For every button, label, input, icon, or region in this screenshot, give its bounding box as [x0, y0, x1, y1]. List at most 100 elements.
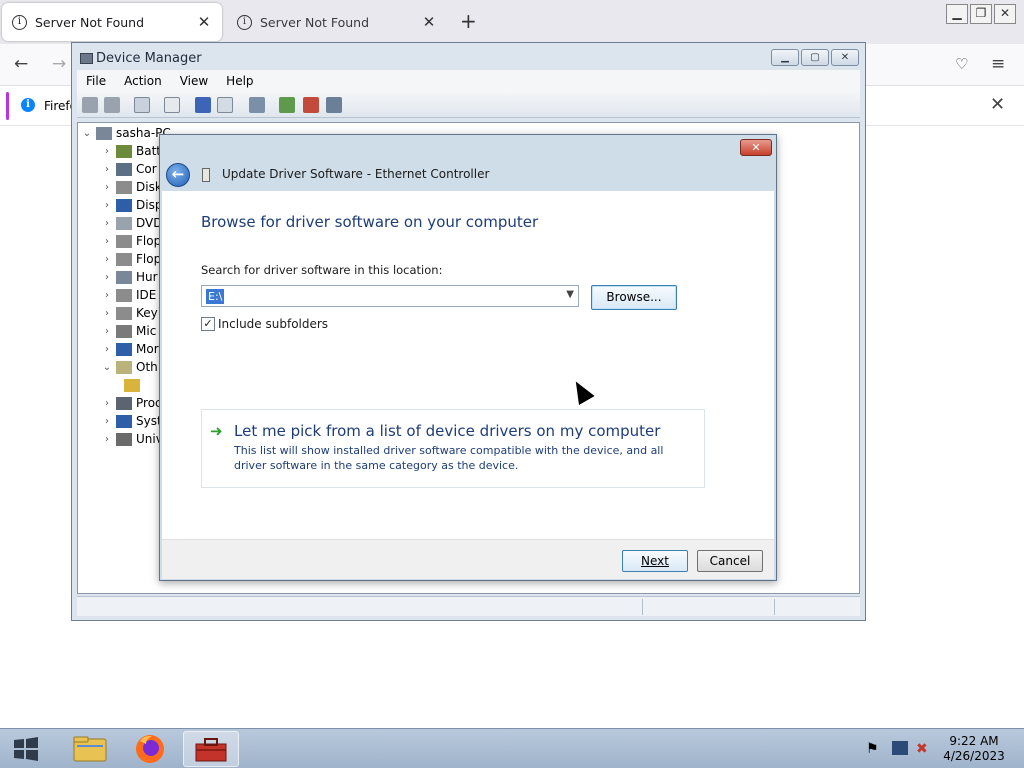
device-manager-taskbar-button[interactable] [183, 731, 239, 767]
tree-device-unknown[interactable] [122, 376, 144, 394]
info-icon: i [12, 14, 27, 30]
tree-category[interactable]: › Proc [100, 394, 162, 412]
help-icon[interactable] [195, 97, 211, 113]
location-combobox[interactable]: E:\ ▼ [201, 285, 579, 307]
green-arrow-icon: ➜ [210, 422, 223, 440]
view-icon[interactable] [217, 97, 233, 113]
include-subfolders-label[interactable]: Include subfolders [218, 317, 328, 331]
back-arrow-icon[interactable]: ← [14, 54, 28, 74]
back-icon[interactable] [82, 97, 98, 113]
expand-chevron-icon[interactable]: › [100, 236, 114, 247]
expand-chevron-icon[interactable]: › [100, 254, 114, 265]
menu-help[interactable]: Help [217, 74, 262, 88]
device-category-icon [116, 234, 132, 248]
expand-chevron-icon[interactable]: › [100, 290, 114, 301]
tree-category[interactable]: › Hur [100, 268, 158, 286]
tree-category[interactable]: › Disk [100, 178, 162, 196]
tree-label: Hur [136, 270, 158, 284]
close-notification-icon[interactable]: ✕ [990, 94, 1005, 115]
menu-view[interactable]: View [171, 74, 217, 88]
chevron-down-icon[interactable]: ▼ [566, 289, 574, 300]
close-button[interactable]: ✕ [994, 4, 1016, 24]
close-tab-icon[interactable]: ✕ [421, 13, 437, 31]
minimize-button[interactable]: ▁ [771, 49, 799, 66]
show-hide-tree-icon[interactable] [134, 97, 150, 113]
tree-category[interactable]: › Mor [100, 340, 159, 358]
expand-chevron-icon[interactable]: › [100, 200, 114, 211]
tab-server-not-found-2[interactable]: i Server Not Found ✕ [227, 3, 447, 41]
system-clock[interactable]: 9:22 AM 4/26/2023 [940, 734, 1008, 764]
tree-category[interactable]: › Flop [100, 232, 161, 250]
toolbar [77, 92, 860, 118]
tree-category[interactable]: › Mic [100, 322, 156, 340]
tree-category[interactable]: › IDE [100, 286, 156, 304]
tab-label: Server Not Found [260, 14, 370, 30]
device-category-icon [116, 342, 132, 356]
explorer-taskbar-button[interactable] [62, 731, 118, 767]
enable-device-icon[interactable] [326, 97, 342, 113]
windows-start-icon[interactable] [12, 736, 40, 762]
tree-root[interactable]: ⌄ sasha-PC [80, 124, 171, 142]
location-value[interactable]: E:\ [206, 289, 225, 304]
new-tab-button[interactable]: + [460, 11, 477, 31]
expand-chevron-icon[interactable]: › [100, 416, 114, 427]
forward-icon[interactable] [104, 97, 120, 113]
close-button[interactable]: ✕ [831, 49, 859, 66]
expand-chevron-icon[interactable]: › [100, 272, 114, 283]
firefox-taskbar-button[interactable] [122, 731, 178, 767]
pick-option-title[interactable]: Let me pick from a list of device driver… [234, 422, 660, 440]
dialog-content: Browse for driver software on your compu… [162, 191, 774, 539]
minimize-button[interactable]: ▁ [946, 4, 968, 24]
action-center-flag-icon[interactable]: ⚑ [866, 741, 879, 757]
expand-chevron-icon[interactable]: › [100, 326, 114, 337]
maximize-button[interactable]: ▢ [801, 49, 829, 66]
expand-chevron-icon[interactable]: › [100, 308, 114, 319]
status-divider [642, 599, 643, 615]
tree-category[interactable]: › Batt [100, 142, 161, 160]
volume-muted-icon[interactable]: ✖ [916, 741, 928, 757]
browse-button[interactable]: Browse... [591, 285, 677, 310]
menu-action[interactable]: Action [115, 74, 171, 88]
expand-chevron-icon[interactable]: › [100, 434, 114, 445]
expand-chevron-icon[interactable]: › [100, 398, 114, 409]
update-driver-icon[interactable] [279, 97, 295, 113]
next-button[interactable]: Next [622, 550, 688, 572]
back-arrow-icon[interactable]: ← [166, 163, 190, 187]
include-subfolders-checkbox[interactable]: ✓ [201, 317, 215, 331]
dialog-close-button[interactable]: ✕ [740, 139, 772, 156]
expand-chevron-icon[interactable]: › [100, 146, 114, 157]
collapse-chevron-icon[interactable]: ⌄ [100, 362, 114, 373]
tree-category[interactable]: › Cor [100, 160, 157, 178]
tree-category[interactable]: › Key [100, 304, 158, 322]
expand-chevron-icon[interactable]: › [100, 344, 114, 355]
tree-category[interactable]: › Syst [100, 412, 162, 430]
tree-category[interactable]: › Univ [100, 430, 163, 448]
collapse-chevron-icon[interactable]: ⌄ [80, 128, 94, 139]
tree-category[interactable]: › Flop [100, 250, 161, 268]
forward-arrow-icon[interactable]: → [52, 54, 66, 74]
clock-time: 9:22 AM [949, 734, 999, 748]
network-icon[interactable] [892, 741, 908, 755]
pocket-icon[interactable]: ♡ [955, 54, 968, 74]
tree-category[interactable]: ⌄ Oth [100, 358, 158, 376]
menu-icon[interactable]: ≡ [991, 54, 1005, 74]
expand-chevron-icon[interactable]: › [100, 182, 114, 193]
tree-category[interactable]: › DVD [100, 214, 162, 232]
expand-chevron-icon[interactable]: › [100, 218, 114, 229]
pick-from-list-option[interactable]: ➜ Let me pick from a list of device driv… [201, 409, 705, 488]
tree-label: Cor [136, 162, 157, 176]
device-category-icon [116, 198, 132, 212]
uninstall-icon[interactable] [303, 97, 319, 113]
menu-file[interactable]: File [77, 74, 115, 88]
clock-date: 4/26/2023 [943, 749, 1005, 763]
device-category-icon [116, 144, 132, 158]
restore-button[interactable]: ❐ [970, 4, 992, 24]
close-tab-icon[interactable]: ✕ [196, 13, 212, 31]
scan-hardware-icon[interactable] [249, 97, 265, 113]
expand-chevron-icon[interactable]: › [100, 164, 114, 175]
tab-server-not-found-1[interactable]: i Server Not Found ✕ [2, 3, 222, 41]
window-title: Device Manager [96, 51, 202, 66]
properties-icon[interactable] [164, 97, 180, 113]
tree-category[interactable]: › Disp [100, 196, 162, 214]
cancel-button[interactable]: Cancel [697, 550, 763, 572]
